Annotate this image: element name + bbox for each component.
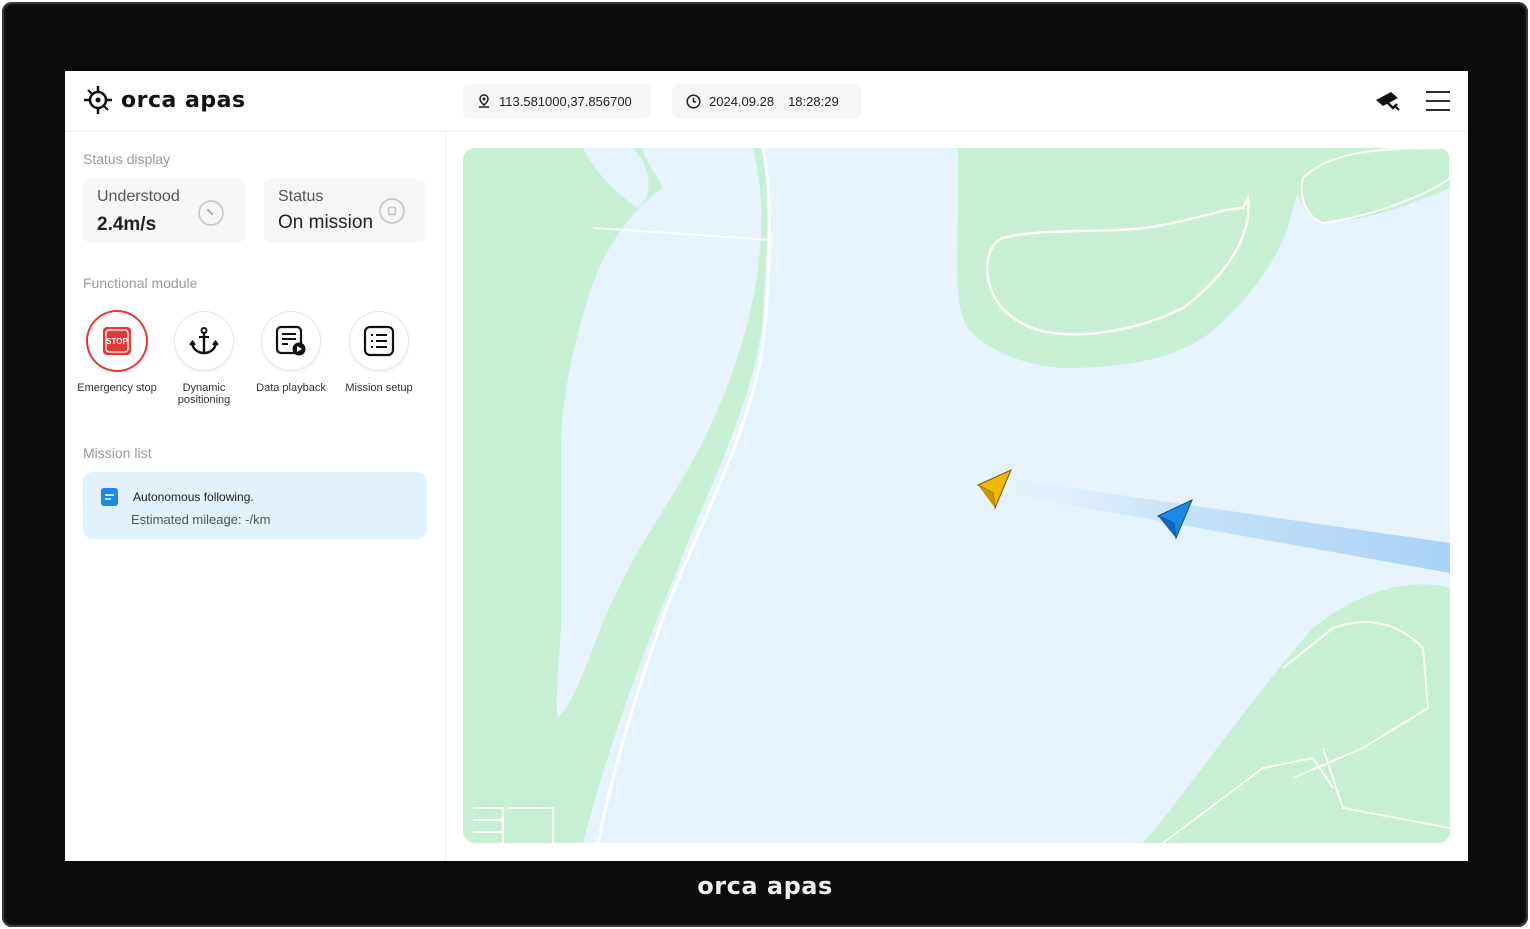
playback-icon — [275, 325, 306, 356]
drone-icon[interactable] — [1373, 88, 1401, 114]
data-playback-circle[interactable] — [262, 312, 320, 370]
status-icon — [379, 198, 405, 224]
dynamic-positioning-label: Dynamic positioning — [177, 382, 231, 406]
device-frame: orca apas 113.581000,37.856700 2024.09.2… — [2, 2, 1528, 927]
app-screen: orca apas 113.581000,37.856700 2024.09.2… — [65, 71, 1468, 861]
emergency-stop-button[interactable]: STOP Emergency stop — [73, 312, 161, 394]
document-icon — [101, 488, 118, 506]
status-card-value: On mission — [278, 212, 374, 233]
functional-module-label: Functional module — [83, 275, 198, 291]
coordinates-value: 113.581000,37.856700 — [499, 93, 632, 109]
mission-list-label: Mission list — [83, 445, 152, 461]
svg-text:STOP: STOP — [106, 337, 128, 346]
data-playback-button[interactable]: Data playback — [247, 312, 335, 394]
dynamic-positioning-circle[interactable] — [175, 312, 233, 370]
mission-setup-label: Mission setup — [345, 382, 413, 394]
status-display-label: Status display — [83, 151, 171, 167]
mission-list-item[interactable]: Autonomous following. Estimated mileage:… — [83, 472, 427, 539]
time-value: 18:28:29 — [788, 93, 839, 109]
footer-brand: orca apas — [0, 872, 1530, 900]
dynamic-positioning-button[interactable]: Dynamic positioning — [160, 312, 248, 406]
coordinates-display: 113.581000,37.856700 — [463, 84, 651, 118]
datetime-display: 2024.09.28 18:28:29 — [672, 84, 862, 118]
mission-setup-button[interactable]: Mission setup — [335, 312, 423, 394]
speed-card-key: Understood — [97, 188, 180, 205]
app-header: orca apas 113.581000,37.856700 2024.09.2… — [65, 71, 1468, 132]
mission-setup-circle[interactable] — [350, 312, 408, 370]
brand-name: orca apas — [121, 87, 246, 113]
gauge-icon — [198, 200, 224, 226]
mission-mileage: Estimated mileage: -/km — [131, 512, 271, 527]
location-pin-icon — [479, 94, 489, 108]
clock-icon — [686, 93, 701, 109]
map-view[interactable] — [463, 148, 1450, 843]
stop-icon: STOP — [103, 327, 131, 355]
map-canvas[interactable] — [463, 148, 1450, 843]
status-card: Status On mission — [264, 179, 426, 243]
mission-title: Autonomous following. — [133, 490, 254, 504]
crosshair-logo-icon — [84, 86, 112, 114]
speed-card: Understood 2.4m/s — [83, 179, 245, 243]
emergency-stop-label: Emergency stop — [77, 382, 157, 394]
checklist-icon — [363, 325, 395, 357]
anchor-icon — [189, 327, 219, 355]
data-playback-label: Data playback — [256, 382, 326, 394]
speed-card-value: 2.4m/s — [97, 214, 157, 235]
footer-brand-name: orca apas — [697, 872, 833, 900]
emergency-stop-circle[interactable]: STOP — [88, 312, 146, 370]
menu-icon[interactable] — [1426, 91, 1450, 111]
date-value: 2024.09.28 — [709, 93, 775, 109]
status-card-key: Status — [278, 188, 324, 205]
sidebar: Status display Understood 2.4m/s Status … — [65, 132, 446, 861]
brand-logo: orca apas — [83, 85, 246, 115]
